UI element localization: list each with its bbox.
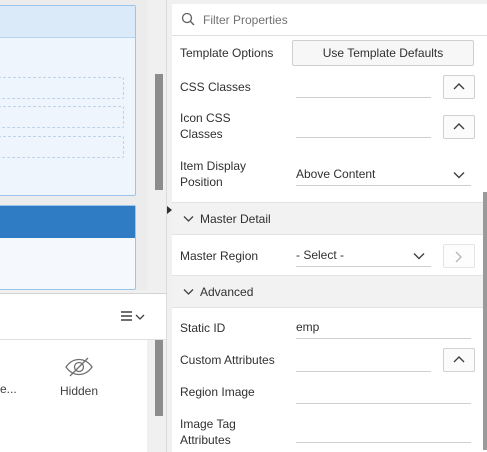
item-display-position-label: Item Display Position [180, 159, 247, 189]
css-classes-expand-button[interactable] [443, 75, 475, 99]
select-value: - Select - [296, 248, 345, 262]
drop-slot[interactable] [0, 77, 124, 99]
css-classes-field[interactable] [296, 78, 431, 98]
master-region-label: Master Region [180, 249, 259, 263]
image-tag-attributes-label: Image Tag Attributes [180, 417, 236, 447]
section-master-detail[interactable]: Master Detail [172, 202, 487, 235]
property-editor: Template Options Use Template Defaults C… [172, 0, 487, 452]
icon-css-classes-expand-button[interactable] [443, 115, 475, 139]
template-options-label: Template Options [180, 46, 274, 60]
select-value: Above Content [296, 167, 376, 181]
icon-css-classes-label: Icon CSS Classes [180, 111, 231, 141]
property-editor-scrollbar[interactable] [483, 192, 487, 450]
section-title: Master Detail [200, 212, 271, 226]
search-icon [181, 12, 195, 26]
scrollbar-thumb[interactable] [155, 74, 163, 190]
drop-slot[interactable] [0, 136, 124, 158]
filter-properties-input[interactable] [203, 11, 473, 29]
static-id-field[interactable]: emp [296, 319, 471, 339]
custom-attributes-label: Custom Attributes [180, 353, 275, 367]
image-tag-attributes-field[interactable] [296, 423, 471, 443]
region-image-label: Region Image [180, 385, 255, 399]
use-template-defaults-button[interactable]: Use Template Defaults [292, 40, 474, 66]
gallery-panel: e... Hidden [0, 293, 166, 452]
css-classes-label: CSS Classes [180, 80, 251, 94]
master-region-go-button[interactable] [443, 244, 475, 268]
chevron-right-icon [455, 251, 462, 263]
selected-region-header [0, 206, 135, 238]
section-advanced[interactable]: Advanced [172, 275, 487, 308]
icon-css-classes-field[interactable] [296, 118, 431, 138]
gallery-toolbar [0, 294, 166, 340]
layout-panel: e... Hidden [0, 0, 166, 452]
region-block[interactable] [0, 5, 136, 196]
chevron-down-icon [183, 216, 194, 222]
region-header [0, 6, 135, 38]
custom-attributes-field[interactable] [296, 352, 431, 372]
section-title: Advanced [200, 285, 254, 299]
chevron-down-icon [183, 289, 194, 295]
gallery-item-hidden[interactable]: Hidden [52, 356, 106, 398]
chevron-down-icon [413, 253, 425, 260]
gallery-scrollbar[interactable] [147, 340, 166, 452]
layout-scrollbar[interactable] [147, 0, 166, 290]
eye-slash-icon [65, 357, 93, 377]
chevron-up-icon [453, 83, 465, 90]
chevron-up-icon [453, 356, 465, 363]
layout-canvas [0, 0, 147, 290]
static-id-label: Static ID [180, 321, 226, 335]
region-image-field[interactable] [296, 384, 471, 404]
filter-bar [172, 4, 487, 36]
selected-region-block[interactable] [0, 205, 136, 290]
menu-icon [121, 311, 145, 321]
gallery-item-label: Hidden [59, 384, 99, 398]
view-menu-button[interactable] [119, 308, 151, 326]
scrollbar-thumb[interactable] [155, 340, 163, 416]
item-display-position-select[interactable]: Above Content [296, 166, 471, 186]
static-id-value: emp [296, 320, 320, 334]
master-region-select[interactable]: - Select - [296, 247, 431, 267]
custom-attributes-expand-button[interactable] [443, 348, 475, 372]
chevron-down-icon [453, 172, 465, 179]
gallery-item-label[interactable]: e... [0, 382, 17, 396]
chevron-up-icon [453, 123, 465, 130]
drop-slot[interactable] [0, 106, 124, 128]
